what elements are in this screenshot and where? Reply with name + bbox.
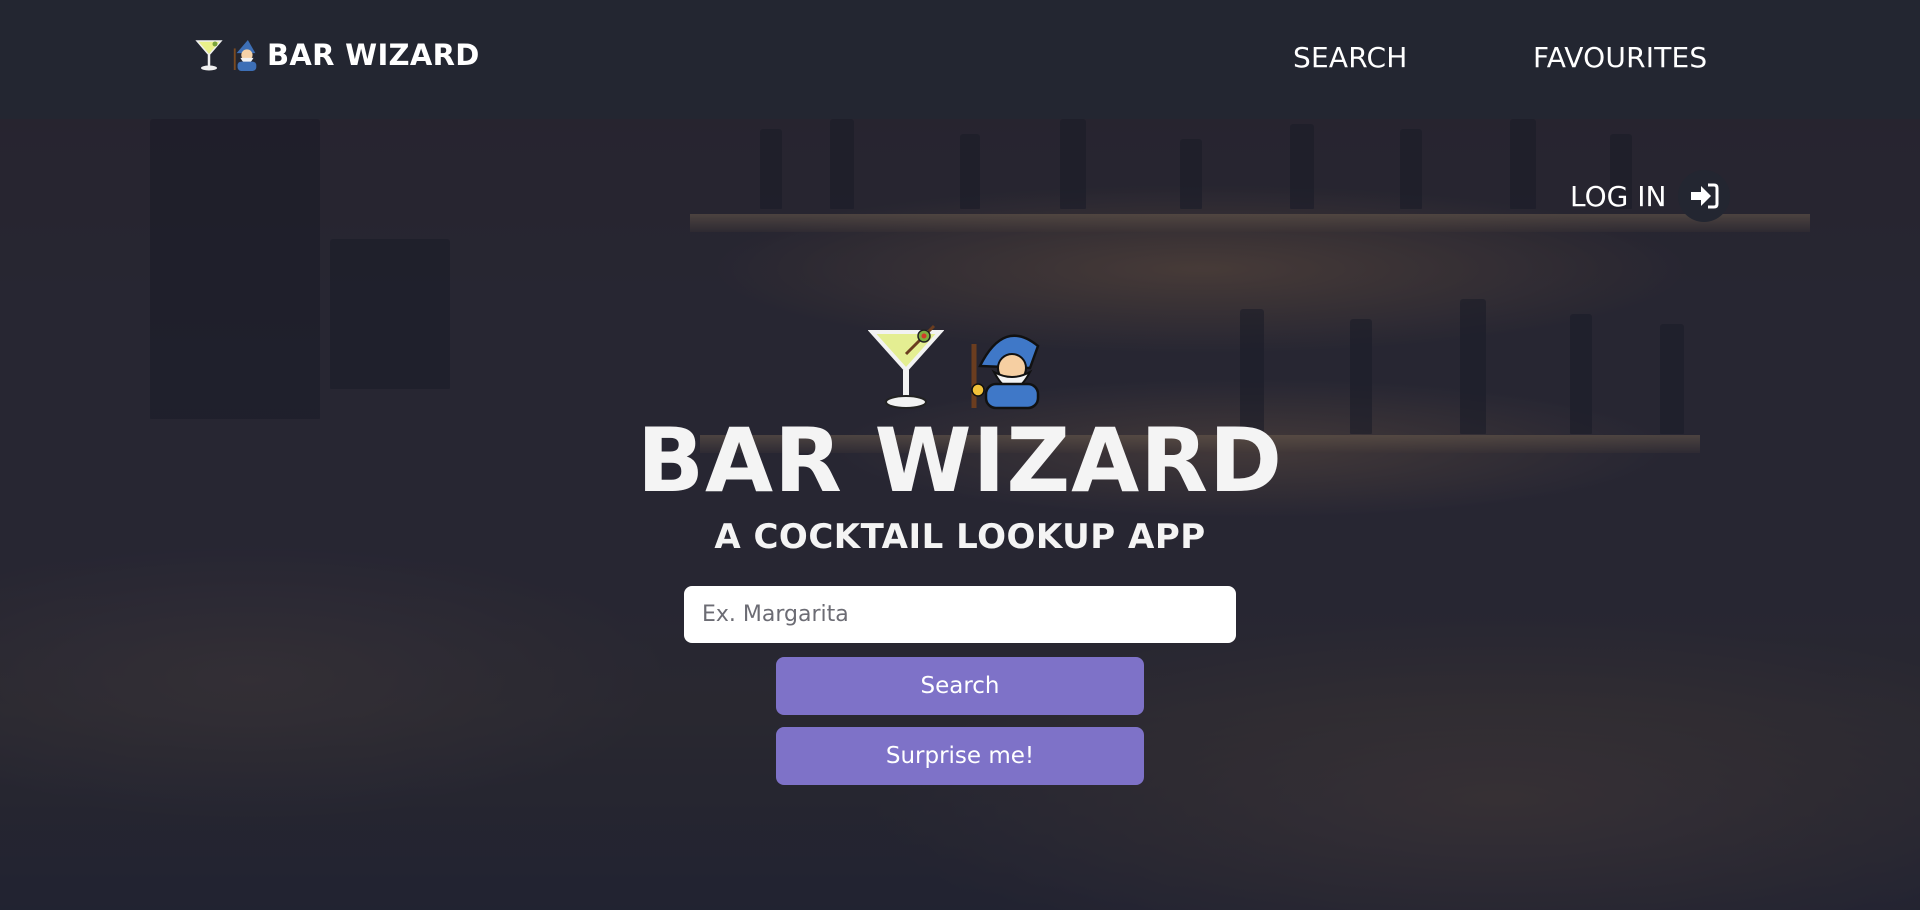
hero-title: BAR WIZARD <box>636 409 1284 512</box>
hero-section: LOG IN BAR WIZARD A COCKTAIL LOOKUP APP … <box>0 119 1920 910</box>
nav-link-search[interactable]: SEARCH <box>1293 41 1408 74</box>
cocktail-glass-icon <box>195 38 225 72</box>
surprise-me-button[interactable]: Surprise me! <box>776 727 1144 785</box>
top-navbar: BAR WIZARD SEARCH FAVOURITES <box>0 0 1920 119</box>
wizard-icon <box>231 38 261 72</box>
login-button[interactable]: LOG IN <box>1570 170 1731 222</box>
brand-logo[interactable]: BAR WIZARD <box>195 38 480 72</box>
wizard-icon <box>964 324 1050 414</box>
cocktail-glass-icon <box>867 324 945 414</box>
search-button[interactable]: Search <box>776 657 1144 715</box>
sign-in-icon <box>1678 170 1731 222</box>
hero-emojis <box>867 324 1050 414</box>
cocktail-search-input[interactable] <box>684 586 1236 643</box>
login-label: LOG IN <box>1570 179 1667 213</box>
hero-subtitle: A COCKTAIL LOOKUP APP <box>714 517 1206 557</box>
brand-text: BAR WIZARD <box>267 38 480 72</box>
hero-overlay <box>0 119 1920 910</box>
nav-link-favourites[interactable]: FAVOURITES <box>1533 41 1707 74</box>
